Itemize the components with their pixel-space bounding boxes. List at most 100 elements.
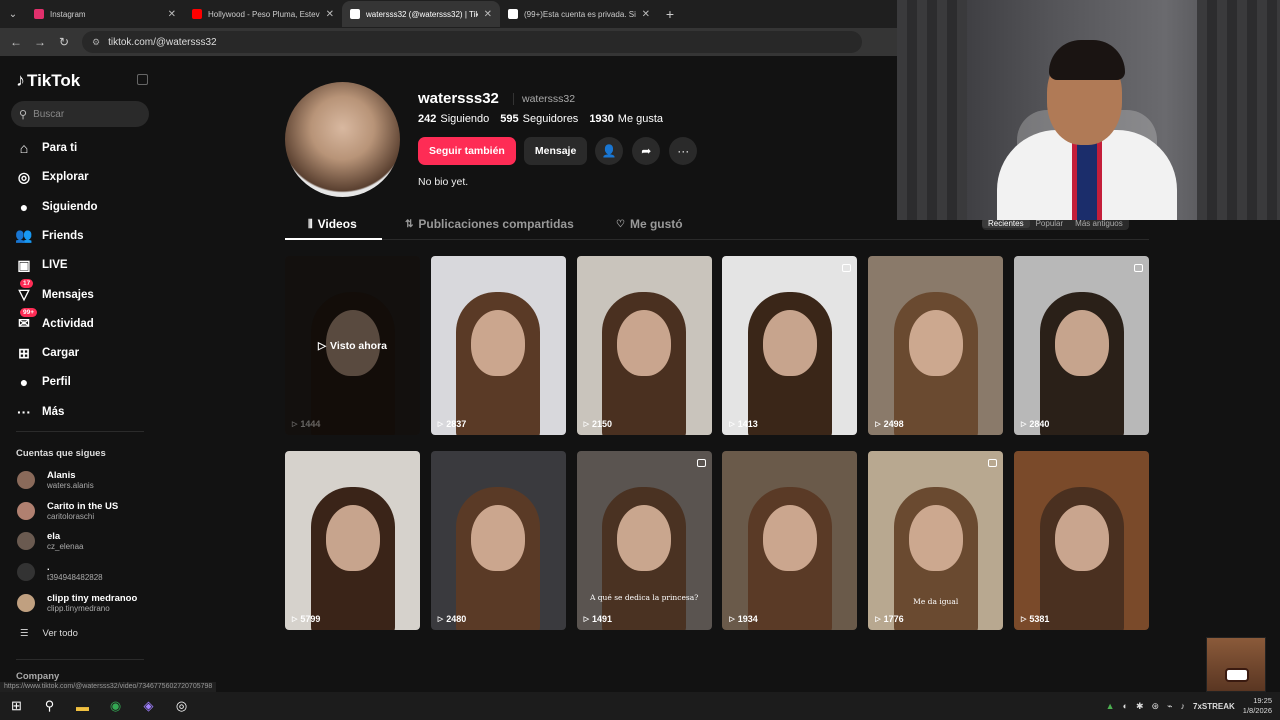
obs-icon[interactable]: ◎: [165, 692, 198, 720]
profile-avatar[interactable]: [285, 82, 400, 197]
see-all-link[interactable]: ☰ Ver todo: [20, 628, 78, 639]
play-icon: ▷: [875, 616, 881, 623]
sidebar-item-cargar[interactable]: ⊞ Cargar: [14, 342, 79, 364]
tab-close-icon[interactable]: ✕: [642, 9, 650, 20]
following-account[interactable]: . t394948482828: [17, 562, 103, 582]
sidebar: ♪ TikTok ⚲ Buscar ⌂ Para ti ◎ Explorar ● Sigu…: [0, 56, 217, 694]
browser-tab[interactable]: Instagram ✕: [26, 1, 184, 27]
following-label: Siguiendo: [440, 113, 490, 125]
new-tab-button[interactable]: +: [658, 6, 682, 22]
video-thumbnail[interactable]: Me da igual ▷ 1776: [868, 451, 1004, 630]
more-options-icon[interactable]: ···: [669, 137, 698, 165]
play-icon: ▷: [292, 421, 298, 428]
clock-date: 1/8/2026: [1242, 706, 1272, 715]
video-thumbnail[interactable]: ▷ Visto ahora ▷ 1444: [285, 256, 420, 435]
video-thumbnail[interactable]: ▷ 2837: [430, 256, 566, 435]
url-bar[interactable]: ⚙ tiktok.com/@watersss32: [82, 31, 862, 53]
following-stat[interactable]: 242 Siguiendo: [418, 113, 489, 125]
tab-favicon-icon: [34, 9, 44, 19]
video-thumbnail[interactable]: ▷ 2480: [430, 451, 566, 630]
sidebar-item-para-ti[interactable]: ⌂ Para ti: [14, 137, 77, 159]
tab-videos[interactable]: ⫼ Videos: [308, 217, 357, 231]
following-account[interactable]: clipp tiny medranoo clipp.tinymedrano: [17, 593, 137, 613]
view-count-value: 1934: [737, 614, 758, 624]
sidebar-item-mensajes[interactable]: ▽ 17 Mensajes: [14, 278, 94, 306]
profile-stats: 242 Siguiendo 595 Seguidores 1930 Me gusta: [418, 113, 674, 125]
following-account[interactable]: Carito in the US caritoloraschi: [17, 501, 118, 521]
video-thumbnail[interactable]: ▷ 5381: [1014, 451, 1149, 630]
tab-close-icon[interactable]: ✕: [168, 9, 176, 20]
followers-stat[interactable]: 595 Seguidores: [500, 113, 578, 125]
sidebar-item-actividad[interactable]: ✉ 99+ Actividad: [14, 307, 94, 335]
upload-icon: ⊞: [18, 344, 30, 361]
tab-liked[interactable]: ♡ Me gustó: [616, 217, 683, 231]
tray-volume-icon[interactable]: ♪: [1181, 701, 1186, 711]
video-thumbnail[interactable]: ▷ 2150: [576, 256, 712, 435]
view-count: ▷ 1491: [584, 614, 612, 624]
sidebar-item-perfil[interactable]: ● Perfil: [14, 371, 71, 393]
video-thumbnail[interactable]: ▷ 2840: [1014, 256, 1149, 435]
tray-discord-icon[interactable]: ◐: [1123, 701, 1128, 711]
tray-steam-icon[interactable]: ⊛: [1152, 701, 1160, 712]
forward-arrow-icon[interactable]: →: [28, 35, 52, 49]
tab-close-icon[interactable]: ✕: [326, 9, 334, 20]
site-info-icon[interactable]: ⚙: [92, 37, 100, 48]
video-thumbnail[interactable]: ▷ 1413: [722, 256, 858, 435]
taskbar-clock[interactable]: 19:25 1/8/2026: [1243, 696, 1272, 716]
browser-tab[interactable]: watersss32 (@watersss32) | TikTok ✕: [342, 1, 500, 27]
thumbnail-face: [762, 309, 817, 376]
streamer-webcam-overlay: [897, 0, 1280, 220]
tray-bluetooth-icon[interactable]: ✱: [1136, 701, 1144, 712]
app-icon[interactable]: ◈: [132, 692, 165, 720]
play-icon: ▷: [583, 616, 589, 623]
share-icon[interactable]: ➦: [632, 137, 661, 165]
search-input[interactable]: ⚲ Buscar: [11, 101, 149, 127]
curtain-left: [897, 0, 967, 220]
following-avatar-icon: ●: [19, 198, 29, 215]
sidebar-item-más[interactable]: ··· Más: [14, 401, 64, 423]
suggested-accounts-icon[interactable]: 👤: [595, 137, 624, 165]
message-button[interactable]: Mensaje: [523, 137, 588, 165]
video-thumbnail[interactable]: ▷ 2498: [868, 256, 1004, 435]
reload-icon[interactable]: ↻: [52, 35, 76, 49]
view-count: ▷ 1444: [292, 419, 320, 429]
thumbnail-face: [617, 309, 672, 376]
sidebar-item-live[interactable]: ▣ LIVE: [14, 254, 67, 276]
back-arrow-icon[interactable]: ←: [4, 35, 28, 49]
tray-network-icon[interactable]: ⌁: [1167, 701, 1172, 712]
collapse-sidebar-icon[interactable]: [137, 74, 148, 85]
play-icon: ▷: [729, 616, 735, 623]
view-count-value: 5799: [300, 614, 321, 624]
tab-search-menu-icon[interactable]: ⌄: [0, 0, 26, 28]
account-username: caritoloraschi: [47, 511, 95, 521]
sidebar-item-friends[interactable]: 👥 Friends: [14, 225, 83, 247]
sidebar-item-explorar[interactable]: ◎ Explorar: [14, 166, 89, 188]
play-icon: ▷: [1021, 421, 1027, 428]
tab-reposts[interactable]: ⇅ Publicaciones compartidas: [405, 217, 574, 231]
company-link[interactable]: Company: [16, 671, 59, 682]
file-explorer-icon[interactable]: ▬: [66, 692, 99, 720]
browser-tab[interactable]: Hollywood - Peso Pluma, Esteva ✕: [184, 1, 342, 27]
view-count: ▷ 1934: [729, 614, 757, 624]
following-account[interactable]: ela cz_elenaa: [17, 531, 83, 551]
likes-stat: 1930 Me gusta: [589, 113, 663, 125]
tab-close-icon[interactable]: ✕: [484, 9, 492, 20]
follow-back-button[interactable]: Seguir también: [418, 137, 516, 165]
tab-title: (99+)Esta cuenta es privada. Si: [524, 9, 636, 19]
following-account[interactable]: Alanis waters.alanis: [17, 470, 94, 490]
thumbnail-face: [471, 309, 526, 376]
tiktok-logo[interactable]: ♪ TikTok: [16, 70, 80, 91]
windows-start-icon[interactable]: ⊞: [0, 692, 33, 720]
video-thumbnail[interactable]: ▷ 5799: [285, 451, 420, 630]
chrome-icon[interactable]: ◉: [99, 692, 132, 720]
taskbar-search-icon[interactable]: ⚲: [33, 692, 66, 720]
search-placeholder: Buscar: [33, 108, 65, 120]
tray-app-icon[interactable]: ▲: [1106, 701, 1115, 711]
meme-reaction-overlay: [1206, 637, 1266, 692]
video-thumbnail[interactable]: A qué se dedica la princesa? ▷ 1491: [576, 451, 712, 630]
browser-tab[interactable]: (99+)Esta cuenta es privada. Si ✕: [500, 1, 658, 27]
video-thumbnail[interactable]: ▷ 1934: [722, 451, 858, 630]
account-name: Carito in the US: [47, 500, 119, 512]
sidebar-item-siguiendo[interactable]: ● Siguiendo: [14, 196, 98, 218]
profile-avatar-icon: ●: [19, 374, 29, 391]
